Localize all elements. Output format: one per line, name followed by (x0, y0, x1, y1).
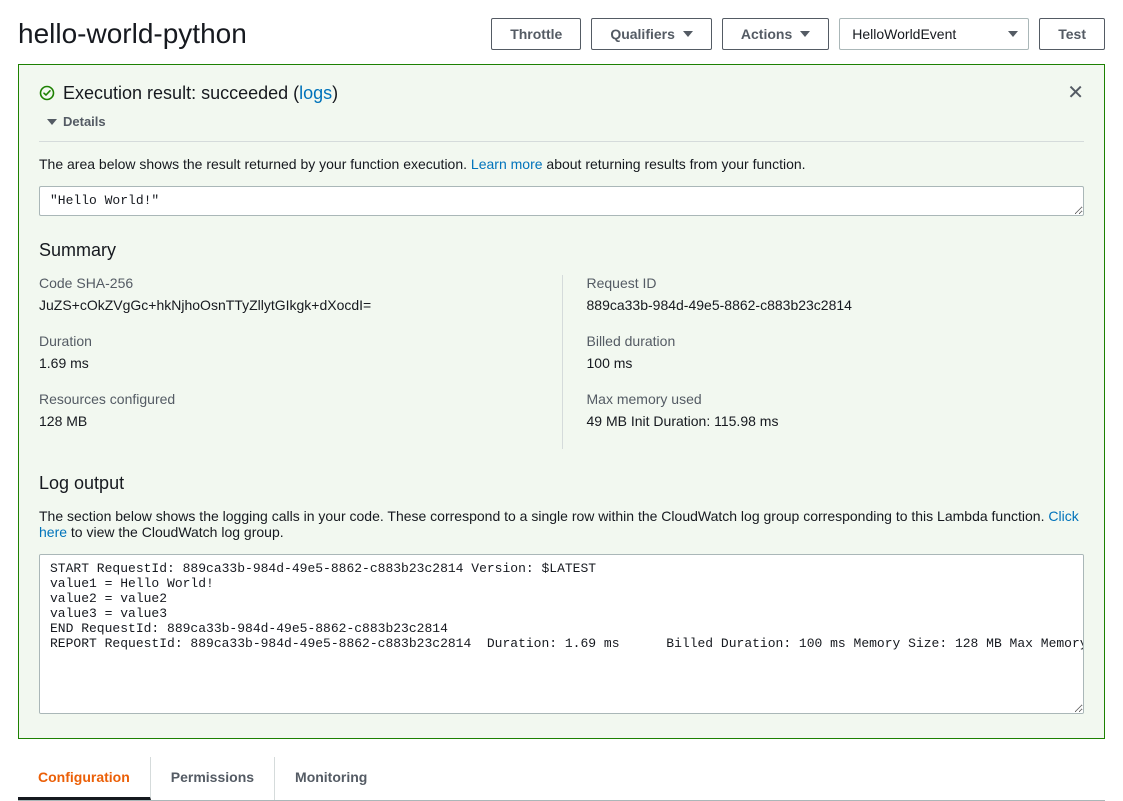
log-output-box[interactable]: START RequestId: 889ca33b-984d-49e5-8862… (39, 554, 1084, 714)
success-check-icon (39, 85, 55, 104)
execution-result-heading: Execution result: succeeded (logs) (63, 83, 338, 104)
test-button[interactable]: Test (1039, 18, 1105, 50)
page-title: hello-world-python (18, 18, 481, 50)
qualifiers-label: Qualifiers (610, 26, 675, 42)
log-output-heading: Log output (39, 473, 1084, 494)
code-sha-value: JuZS+cOkZVgGc+hkNjhoOsnTTyZllytGIkgk+dXo… (39, 297, 562, 313)
log-output-description: The section below shows the logging call… (39, 508, 1084, 540)
test-event-select-value: HelloWorldEvent (852, 26, 956, 42)
max-memory-used-label: Max memory used (587, 391, 1085, 407)
logs-link[interactable]: logs (299, 83, 332, 103)
details-expand-toggle[interactable]: Details (47, 114, 106, 129)
request-id-value: 889ca33b-984d-49e5-8862-c883b23c2814 (587, 297, 1085, 313)
function-tabs: Configuration Permissions Monitoring (18, 757, 1105, 801)
tab-monitoring[interactable]: Monitoring (275, 757, 387, 800)
duration-value: 1.69 ms (39, 355, 562, 371)
max-memory-used-value: 49 MB Init Duration: 115.98 ms (587, 413, 1085, 429)
function-return-value[interactable]: "Hello World!" (39, 186, 1084, 216)
test-event-select[interactable]: HelloWorldEvent (839, 18, 1029, 50)
tab-permissions[interactable]: Permissions (151, 757, 275, 800)
qualifiers-dropdown-button[interactable]: Qualifiers (591, 18, 712, 50)
code-sha-label: Code SHA-256 (39, 275, 562, 291)
resources-configured-value: 128 MB (39, 413, 562, 429)
resources-configured-label: Resources configured (39, 391, 562, 407)
duration-label: Duration (39, 333, 562, 349)
actions-label: Actions (741, 26, 792, 42)
execution-result-alert: Execution result: succeeded (logs) ✕ Det… (18, 64, 1105, 739)
learn-more-link[interactable]: Learn more (471, 156, 543, 172)
chevron-down-icon (800, 31, 810, 37)
tab-configuration[interactable]: Configuration (18, 757, 151, 800)
result-description: The area below shows the result returned… (39, 156, 1084, 172)
details-label: Details (63, 114, 106, 129)
close-icon[interactable]: ✕ (1067, 83, 1084, 103)
billed-duration-label: Billed duration (587, 333, 1085, 349)
chevron-down-icon (47, 119, 57, 125)
chevron-down-icon (1008, 31, 1018, 37)
chevron-down-icon (683, 31, 693, 37)
actions-dropdown-button[interactable]: Actions (722, 18, 829, 50)
request-id-label: Request ID (587, 275, 1085, 291)
billed-duration-value: 100 ms (587, 355, 1085, 371)
divider (39, 141, 1084, 142)
summary-heading: Summary (39, 240, 1084, 261)
throttle-button[interactable]: Throttle (491, 18, 581, 50)
